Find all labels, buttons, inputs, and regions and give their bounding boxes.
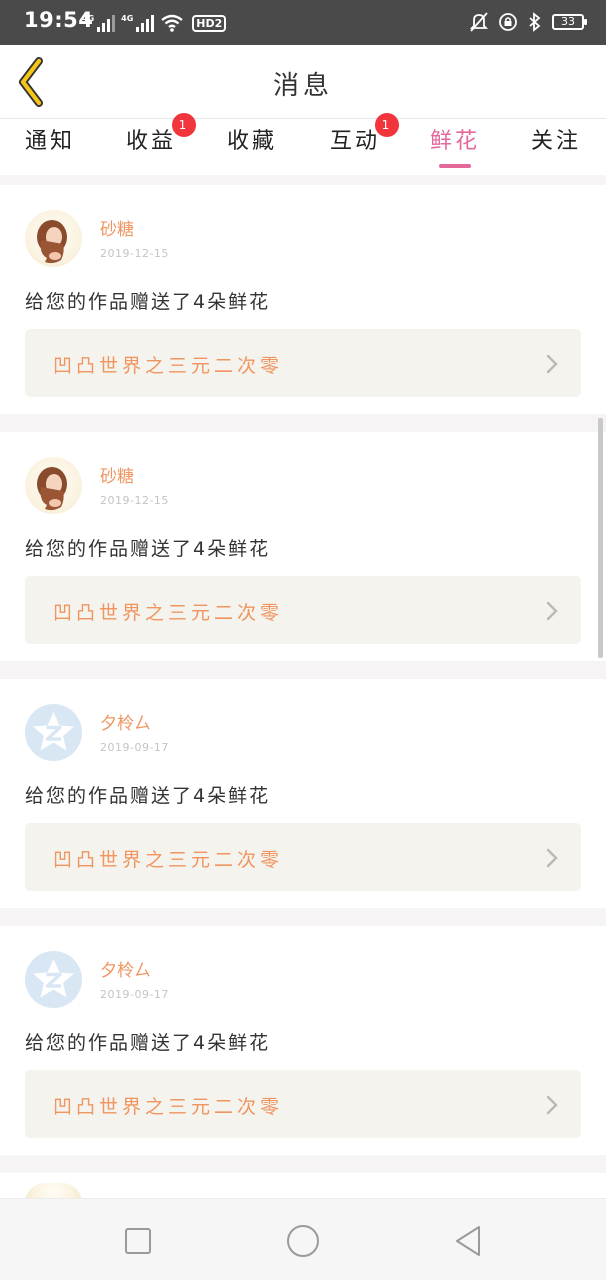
tab-bar: 通知 收益 1 收藏 互动 1 鲜花 关注 [0,113,606,176]
message-card: 夕柃ㄙ 2019-09-17 给您的作品赠送了4朵鲜花 凹凸世界之三元二次零 [0,926,606,1155]
message-text: 给您的作品赠送了4朵鲜花 [25,291,271,313]
tab-flowers[interactable]: 鲜花 [405,119,505,176]
message-card: 夕柃ㄙ 2019-09-17 给您的作品赠送了4朵鲜花 凹凸世界之三元二次零 [0,679,606,908]
chevron-right-icon [546,354,558,374]
message-date: 2019-12-15 [100,494,169,507]
message-card: 砂糖 2019-12-15 给您的作品赠送了4朵鲜花 凹凸世界之三元二次零 [0,185,606,414]
username[interactable]: 砂糖 [100,215,134,240]
chevron-right-icon [546,1095,558,1115]
hd-voice-icon: HD2 [192,15,227,32]
bluetooth-icon [529,12,541,32]
tab-label: 收藏 [226,129,277,154]
wifi-icon [161,14,184,32]
tab-label: 通知 [24,129,75,154]
avatar[interactable] [25,704,82,761]
work-title: 凹凸世界之三元二次零 [53,1096,284,1118]
chevron-right-icon [546,848,558,868]
tab-interactions[interactable]: 互动 1 [305,113,405,176]
signal-label: 4G [121,14,134,23]
username[interactable]: 夕柃ㄙ [100,709,151,734]
tab-label: 鲜花 [429,129,480,154]
tab-favorites[interactable]: 收藏 [202,119,302,176]
work-title: 凹凸世界之三元二次零 [53,849,284,871]
message-text: 给您的作品赠送了4朵鲜花 [25,785,271,807]
avatar[interactable] [25,951,82,1008]
tab-label: 互动 [329,129,380,154]
message-text: 给您的作品赠送了4朵鲜花 [25,1032,271,1054]
tab-label: 收益 [125,129,176,154]
status-right-icons: 33 [470,12,587,32]
page-title: 消息 [272,71,333,101]
tab-label: 关注 [530,129,581,154]
chevron-right-icon [546,601,558,621]
message-date: 2019-12-15 [100,247,169,260]
unread-badge: 1 [375,113,399,137]
scrollbar[interactable] [598,418,603,658]
system-nav-bar [0,1198,606,1280]
unread-badge: 1 [172,113,196,137]
username[interactable]: 夕柃ㄙ [100,956,151,981]
back-nav-icon[interactable] [448,1221,488,1261]
status-bar: 19:54 4G 4G HD2 33 [0,0,606,45]
lock-rotation-icon [499,13,517,31]
signal-label: 4G [82,14,95,23]
avatar[interactable] [25,457,82,514]
work-link[interactable]: 凹凸世界之三元二次零 [25,576,581,644]
message-card: 砂糖 2019-12-15 给您的作品赠送了4朵鲜花 凹凸世界之三元二次零 [0,432,606,661]
tab-earnings[interactable]: 收益 1 [101,113,201,176]
message-date: 2019-09-17 [100,741,169,754]
signal-icon: 4G [121,14,155,32]
message-date: 2019-09-17 [100,988,169,1001]
message-text: 给您的作品赠送了4朵鲜花 [25,538,271,560]
mute-bell-icon [470,12,488,32]
home-icon[interactable] [283,1221,323,1261]
work-link[interactable]: 凹凸世界之三元二次零 [25,329,581,397]
tab-notifications[interactable]: 通知 [0,119,100,176]
work-title: 凹凸世界之三元二次零 [53,602,284,624]
battery-icon: 33 [552,14,587,30]
avatar[interactable] [25,210,82,267]
status-left-icons: 4G 4G HD2 [82,14,227,32]
work-link[interactable]: 凹凸世界之三元二次零 [25,823,581,891]
active-tab-indicator [439,164,471,168]
recent-apps-icon[interactable] [118,1221,158,1261]
work-title: 凹凸世界之三元二次零 [53,355,284,377]
tab-following[interactable]: 关注 [506,119,606,176]
signal-icon: 4G [82,14,116,32]
work-link[interactable]: 凹凸世界之三元二次零 [25,1070,581,1138]
header-bar: 消息 [0,45,606,118]
username[interactable]: 砂糖 [100,462,134,487]
